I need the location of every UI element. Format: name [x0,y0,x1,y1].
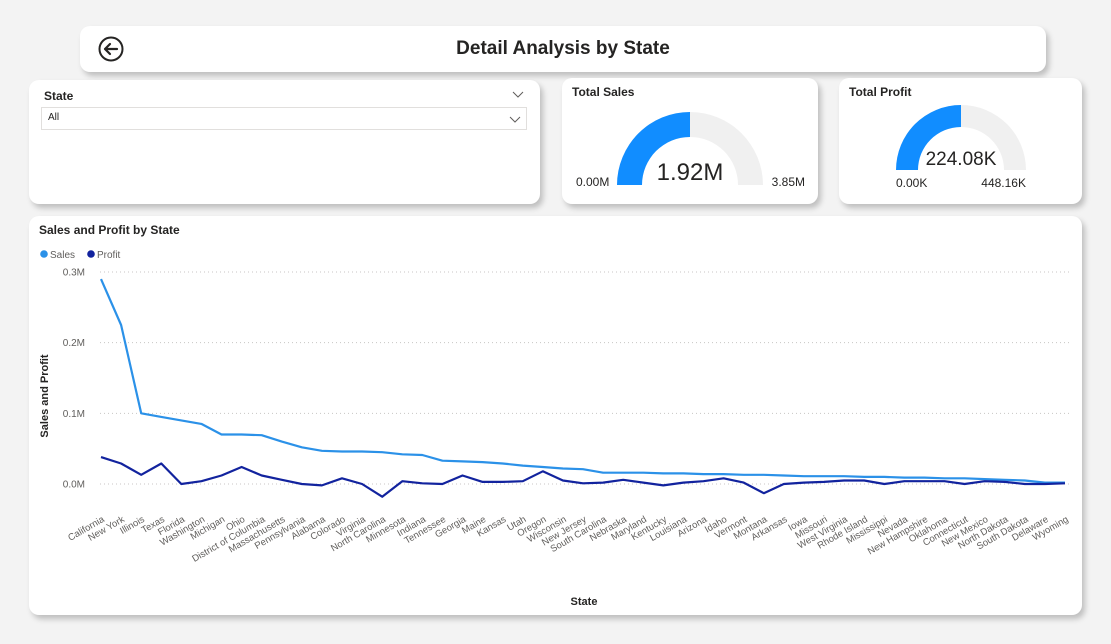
chevron-down-icon[interactable] [512,88,524,100]
header-bar: Detail Analysis by State [80,26,1046,72]
gauge-value: 224.08K [926,149,997,170]
gauge-max: 448.16K [981,176,1026,190]
series-line-sales [99,278,1065,484]
total-profit-card: Total Profit 224.08K 0.00K 448.16K [839,78,1082,204]
y-tick-label: 0.0M [63,480,85,491]
sales-profit-chart-card: Sales and Profit by State Sales Profit 0.0… [29,216,1082,615]
y-tick-label: 0.2M [63,338,85,349]
y-tick-label: 0.1M [63,409,85,420]
profit-gauge: 224.08K 0.00K 448.16K [896,105,1026,190]
legend-label: Sales [50,250,75,261]
state-slicer: State All [29,80,540,204]
legend-marker [40,250,48,258]
chevron-down-icon [509,116,521,123]
sales-gauge: 1.92M 0.00M 3.85M [576,112,805,189]
slicer-label: State [44,89,74,103]
x-axis-label: State [571,596,598,608]
state-dropdown[interactable]: All [41,107,527,130]
gauge-min: 0.00M [576,175,609,189]
gauge-max: 3.85M [772,175,805,189]
total-sales-card: Total Sales 1.92M 0.00M 3.85M [562,78,818,204]
gauge-min: 0.00K [896,176,927,190]
dropdown-selected-value: All [48,112,60,123]
gauge-value: 1.92M [657,159,724,186]
y-tick-label: 0.3M [63,268,85,279]
y-axis-label: Sales and Profit [39,354,51,437]
legend-label: Profit [97,250,121,261]
page-title: Detail Analysis by State [456,38,670,59]
legend-marker [87,250,95,258]
sales-profit-line-chart: Sales Profit 0.0M 0.1M 0.2M 0.3M Sales and Pro… [39,250,1071,608]
